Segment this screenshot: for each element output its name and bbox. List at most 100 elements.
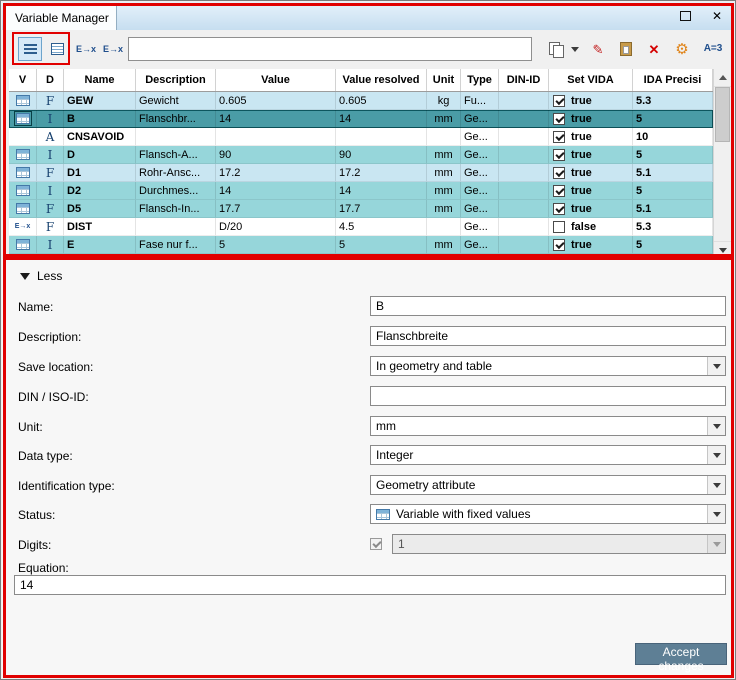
save-location-select[interactable]: In geometry and table xyxy=(370,356,726,376)
assign-value-button[interactable]: A=3 xyxy=(698,37,728,61)
set-vida-checkbox[interactable] xyxy=(553,149,565,161)
column-header-value-resolved[interactable]: Value resolved xyxy=(336,69,427,91)
window-controls: ✕ xyxy=(674,6,728,26)
cell-value: 90 xyxy=(216,146,336,164)
chevron-down-icon xyxy=(707,535,725,553)
paste-button[interactable] xyxy=(614,37,638,61)
window-title: Variable Manager xyxy=(15,11,109,25)
table-row[interactable]: E→xFDISTD/204.5Ge...false5.3 xyxy=(9,218,713,236)
close-button[interactable]: ✕ xyxy=(706,6,728,26)
set-vida-value: true xyxy=(571,203,592,215)
edit-variable-button[interactable]: ✎ xyxy=(586,37,610,61)
table-row[interactable]: FD5Flansch-In...17.717.7mmGe...true5.1 xyxy=(9,200,713,218)
cell-v xyxy=(9,110,37,128)
scroll-up-button[interactable] xyxy=(714,69,731,87)
details-panel: Less Name: Description: Save location: I… xyxy=(2,259,734,678)
table-row[interactable]: IDFlansch-A...9090mmGe...true5 xyxy=(9,146,713,164)
unit-select[interactable]: mm xyxy=(370,416,726,436)
cell-precision: 5.3 xyxy=(633,218,713,236)
copy-dropdown-button[interactable] xyxy=(568,37,582,61)
copy-button[interactable] xyxy=(544,37,568,61)
formula-icon: E→x xyxy=(103,44,123,54)
set-vida-checkbox[interactable] xyxy=(553,131,565,143)
table-row[interactable]: ID2Durchmes...1414mmGe...true5 xyxy=(9,182,713,200)
identification-type-select[interactable]: Geometry attribute xyxy=(370,475,726,495)
column-header-description[interactable]: Description xyxy=(136,69,216,91)
table-scrollbar[interactable] xyxy=(713,69,731,259)
column-header-ida-precisi[interactable]: IDA Precisi xyxy=(633,69,713,91)
settings-button[interactable]: ⚙ xyxy=(670,37,694,61)
filter-input[interactable] xyxy=(128,37,532,61)
data-type-select[interactable]: Integer xyxy=(370,445,726,465)
set-vida-checkbox[interactable] xyxy=(553,203,565,215)
delete-icon: ✕ xyxy=(649,43,660,56)
cell-value: 5 xyxy=(216,236,336,254)
formula-editor-button[interactable]: E→x xyxy=(101,37,125,61)
column-header-din-id[interactable]: DIN-ID xyxy=(499,69,549,91)
column-header-name[interactable]: Name xyxy=(64,69,136,91)
cell-din xyxy=(499,164,549,182)
cell-v xyxy=(9,92,37,110)
formula-view-button[interactable]: E→x xyxy=(74,37,98,61)
din-iso-id-input[interactable] xyxy=(370,386,726,406)
delete-variable-button[interactable]: ✕ xyxy=(642,37,666,61)
cell-precision: 5.1 xyxy=(633,164,713,182)
accept-changes-button[interactable]: Accept changes xyxy=(635,643,727,665)
cell-description: Flanschbr... xyxy=(136,110,216,128)
cell-name: GEW xyxy=(64,92,136,110)
set-vida-checkbox[interactable] xyxy=(553,239,565,251)
column-header-set-vida[interactable]: Set VIDA xyxy=(549,69,633,91)
cell-value: 14 xyxy=(216,182,336,200)
column-header-type[interactable]: Type xyxy=(461,69,499,91)
table-row[interactable]: FGEWGewicht0.6050.605kgFu...true5.3 xyxy=(9,92,713,110)
chevron-down-icon xyxy=(571,47,579,52)
set-vida-checkbox[interactable] xyxy=(553,185,565,197)
cell-unit: mm xyxy=(427,236,461,254)
list-view-button[interactable] xyxy=(18,37,42,61)
table-row[interactable]: FD1Rohr-Ansc...17.217.2mmGe...true5.1 xyxy=(9,164,713,182)
cell-v xyxy=(9,128,37,146)
cell-unit: mm xyxy=(427,200,461,218)
column-header-value[interactable]: Value xyxy=(216,69,336,91)
cell-data-type-letter: F xyxy=(37,92,64,110)
cell-precision: 5 xyxy=(633,236,713,254)
cell-set-vida: true xyxy=(549,128,633,146)
column-header-d[interactable]: D xyxy=(37,69,64,91)
cell-value xyxy=(216,128,336,146)
set-vida-checkbox[interactable] xyxy=(553,221,565,233)
cell-din xyxy=(499,200,549,218)
table-row[interactable]: ACNSAVOIDGe...true10 xyxy=(9,128,713,146)
cell-unit: mm xyxy=(427,146,461,164)
din-iso-id-label: DIN / ISO-ID: xyxy=(18,390,89,404)
expander-label: Less xyxy=(37,269,62,283)
detail-view-button[interactable] xyxy=(45,37,69,61)
list-icon xyxy=(24,44,37,54)
set-vida-checkbox[interactable] xyxy=(553,167,565,179)
cell-description: Flansch-In... xyxy=(136,200,216,218)
cell-name: D1 xyxy=(64,164,136,182)
table-header: VDNameDescriptionValueValue resolvedUnit… xyxy=(9,69,713,92)
name-input[interactable] xyxy=(370,296,726,316)
table-row[interactable]: IEFase nur f...55mmGe...true5 xyxy=(9,236,713,254)
description-input[interactable] xyxy=(370,326,726,346)
table-row[interactable]: IBFlanschbr...1414mmGe...true5 xyxy=(9,110,713,128)
column-header-unit[interactable]: Unit xyxy=(427,69,461,91)
equation-input[interactable] xyxy=(14,575,726,595)
set-vida-checkbox[interactable] xyxy=(553,95,565,107)
cell-din xyxy=(499,92,549,110)
maximize-button[interactable] xyxy=(674,6,696,26)
digits-checkbox[interactable] xyxy=(370,538,382,550)
cell-name: CNSAVOID xyxy=(64,128,136,146)
scroll-thumb[interactable] xyxy=(715,87,730,142)
variable-grid-icon xyxy=(376,509,390,520)
column-header-v[interactable]: V xyxy=(9,69,37,91)
cell-v xyxy=(9,236,37,254)
scroll-down-button[interactable] xyxy=(714,241,731,259)
status-select[interactable]: Variable with fixed values xyxy=(370,504,726,524)
cell-resolved: 14 xyxy=(336,110,427,128)
less-expander[interactable]: Less xyxy=(20,269,62,283)
window-title-tab[interactable]: Variable Manager xyxy=(5,4,117,30)
set-vida-value: true xyxy=(571,131,592,143)
set-vida-checkbox[interactable] xyxy=(553,113,565,125)
variable-manager-window: Variable Manager ✕ E→x E→x ✎ ✕ ⚙ A=3 VDN… xyxy=(0,0,736,680)
